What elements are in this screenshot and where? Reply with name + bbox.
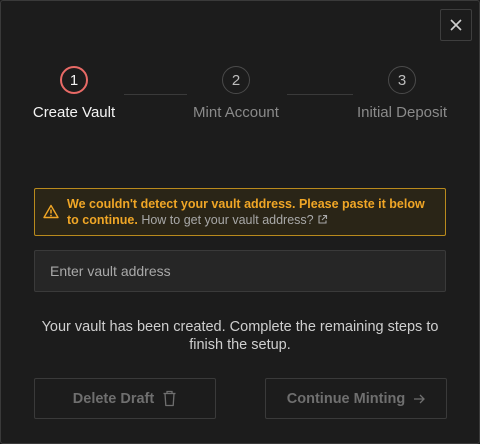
step-connector xyxy=(124,94,187,95)
help-link-label: How to get your vault address? xyxy=(141,213,314,227)
delete-draft-button[interactable]: Delete Draft xyxy=(34,378,216,419)
step-mint-account: 2 Mint Account xyxy=(186,66,286,121)
step-create-vault: 1 Create Vault xyxy=(24,66,124,121)
close-button[interactable] xyxy=(440,9,472,41)
arrow-right-icon xyxy=(414,394,426,403)
step-label: Mint Account xyxy=(193,104,279,121)
trash-icon xyxy=(163,390,176,407)
vault-address-input[interactable] xyxy=(34,250,446,292)
step-label: Create Vault xyxy=(32,104,116,121)
step-initial-deposit: 3 Initial Deposit xyxy=(352,66,452,121)
warning-alert: We couldn't detect your vault address. P… xyxy=(34,188,446,236)
external-link-icon xyxy=(318,214,327,224)
warning-icon xyxy=(43,204,59,219)
step-number: 3 xyxy=(388,66,416,94)
delete-draft-label: Delete Draft xyxy=(72,390,155,407)
close-icon xyxy=(450,19,462,31)
continue-minting-button[interactable]: Continue Minting xyxy=(265,378,447,419)
step-connector xyxy=(287,94,353,95)
continue-minting-label: Continue Minting xyxy=(286,390,406,407)
vault-address-help-link[interactable]: How to get your vault address? xyxy=(141,213,327,227)
step-number: 1 xyxy=(60,66,88,94)
step-label: Initial Deposit xyxy=(356,104,448,121)
step-number: 2 xyxy=(222,66,250,94)
create-vault-modal: 1 Create Vault 2 Mint Account 3 Initial … xyxy=(0,0,480,444)
alert-text: We couldn't detect your vault address. P… xyxy=(67,196,437,228)
setup-info-text: Your vault has been created. Complete th… xyxy=(41,319,439,353)
